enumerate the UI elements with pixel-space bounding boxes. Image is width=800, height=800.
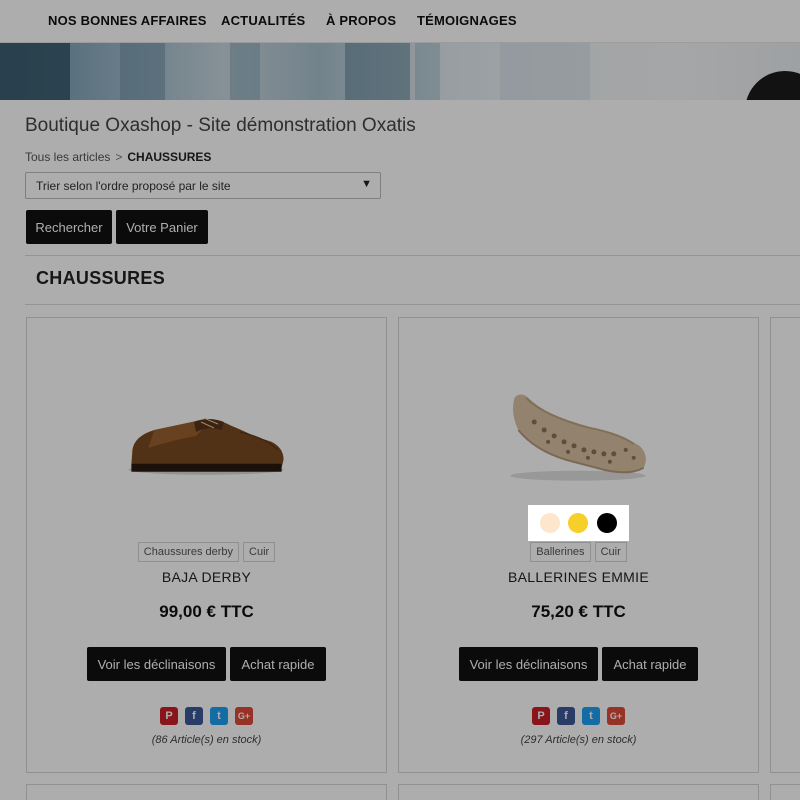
divider — [25, 304, 800, 305]
product-name[interactable]: BALLERINES EMMIE — [399, 569, 758, 585]
color-swatch-group — [528, 505, 629, 541]
color-swatch-beige[interactable] — [540, 513, 561, 533]
product-tag[interactable]: Cuir — [243, 542, 276, 562]
breadcrumb-link-all-articles[interactable]: Tous les articles — [25, 150, 110, 164]
google-plus-icon[interactable]: G+ — [235, 707, 253, 725]
product-card: Ballerines Cuir BALLERINES EMMIE 75,20 €… — [398, 317, 759, 773]
quick-buy-button[interactable]: Achat rapide — [230, 647, 326, 681]
product-image-ballerina-shoe[interactable] — [399, 318, 758, 528]
chevron-down-icon: ▼ — [361, 178, 372, 190]
stock-info: (86 Article(s) en stock) — [151, 734, 262, 746]
divider — [25, 255, 800, 256]
header-banner-image — [0, 43, 800, 100]
sort-select[interactable]: Trier selon l'ordre proposé par le site … — [25, 172, 381, 199]
nav-item-temoignages[interactable]: TÉMOIGNAGES — [417, 13, 517, 28]
sort-select-value: Trier selon l'ordre proposé par le site — [36, 179, 231, 193]
product-card-partial — [770, 784, 800, 800]
facebook-icon[interactable]: f — [557, 707, 575, 725]
page-title: Boutique Oxashop - Site démonstration Ox… — [25, 115, 416, 136]
stock-info: (297 Article(s) en stock) — [520, 734, 637, 746]
google-plus-icon[interactable]: G+ — [607, 707, 625, 725]
product-name[interactable]: BAJA DERBY — [27, 569, 386, 585]
top-navigation: NOS BONNES AFFAIRES ACTUALITÉS À PROPOS … — [0, 0, 800, 43]
view-variants-button[interactable]: Voir les déclinaisons — [87, 647, 226, 681]
product-tag[interactable]: Ballerines — [530, 542, 591, 562]
nav-item-a-propos[interactable]: À PROPOS — [326, 13, 396, 28]
pinterest-icon[interactable]: P — [532, 707, 550, 725]
nav-item-actualites[interactable]: ACTUALITÉS — [221, 13, 305, 28]
product-image-derby-shoe[interactable] — [27, 318, 386, 528]
breadcrumb: Tous les articles > CHAUSSURES — [25, 150, 211, 164]
color-swatch-black[interactable] — [596, 513, 617, 533]
category-heading: CHAUSSURES — [36, 268, 166, 288]
product-card-partial — [26, 784, 387, 800]
quick-buy-button[interactable]: Achat rapide — [602, 647, 698, 681]
twitter-icon[interactable]: t — [582, 707, 600, 725]
product-tag[interactable]: Chaussures derby — [137, 542, 240, 562]
cart-button[interactable]: Votre Panier — [116, 210, 208, 244]
twitter-icon[interactable]: t — [210, 707, 228, 725]
color-swatch-yellow[interactable] — [568, 513, 589, 533]
pinterest-icon[interactable]: P — [160, 707, 178, 725]
nav-item-nos-bonnes-affaires[interactable]: NOS BONNES AFFAIRES — [48, 13, 207, 28]
breadcrumb-current: CHAUSSURES — [127, 150, 212, 164]
product-tag[interactable]: Cuir — [594, 542, 627, 562]
breadcrumb-separator: > — [115, 150, 123, 164]
product-card-partial — [398, 784, 759, 800]
view-variants-button[interactable]: Voir les déclinaisons — [459, 647, 598, 681]
search-button[interactable]: Rechercher — [26, 210, 112, 244]
product-card-partial — [770, 317, 800, 773]
banner-person — [745, 71, 800, 100]
product-price: 75,20 € TTC — [531, 602, 626, 621]
facebook-icon[interactable]: f — [185, 707, 203, 725]
product-card: Chaussures derby Cuir BAJA DERBY 99,00 €… — [26, 317, 387, 773]
product-price: 99,00 € TTC — [159, 602, 254, 621]
